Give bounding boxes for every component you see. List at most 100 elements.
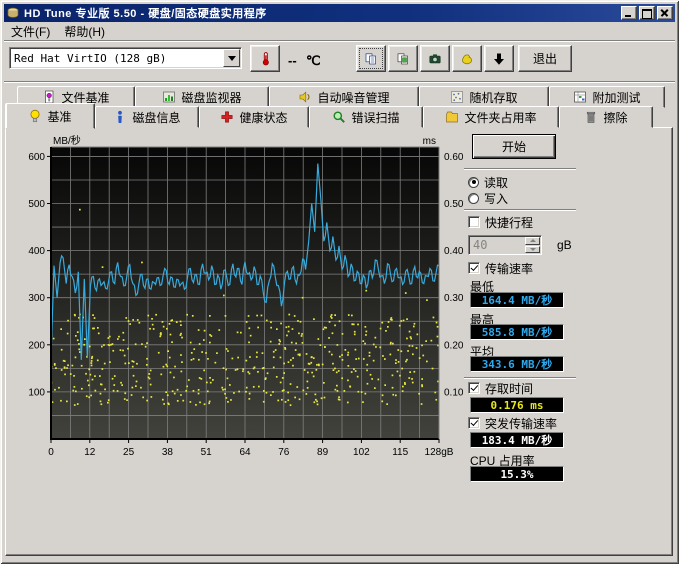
- spinner-down-button[interactable]: [525, 246, 540, 254]
- menu-bar: 文件(F) 帮助(H): [4, 23, 675, 40]
- screenshot-button[interactable]: [420, 45, 450, 72]
- benchmark-chart: 1002003004005006000.100.200.300.400.500.…: [11, 134, 463, 466]
- write-radio[interactable]: [468, 193, 479, 204]
- short-stroke-checkbox[interactable]: [468, 216, 480, 228]
- tab-label: 磁盘信息: [132, 109, 180, 126]
- extra-tests-icon: [573, 90, 587, 104]
- tab-benchmark[interactable]: 基准: [5, 103, 95, 129]
- tab-erase[interactable]: 擦除: [559, 106, 653, 128]
- tab-folder-usage[interactable]: 文件夹占用率: [423, 106, 559, 128]
- svg-text:400: 400: [28, 246, 45, 257]
- tab-label: 磁盘监视器: [181, 89, 241, 106]
- divider: [464, 168, 576, 170]
- tab-disk-monitor[interactable]: 磁盘监视器: [135, 86, 269, 108]
- spinner-buttons: [525, 237, 540, 253]
- tab-health[interactable]: 健康状态: [199, 106, 309, 128]
- svg-text:0.50: 0.50: [444, 199, 463, 210]
- copy-icon: [364, 52, 378, 66]
- short-stroke-size-spinner[interactable]: 40: [468, 235, 542, 255]
- spinner-up-button[interactable]: [525, 237, 540, 245]
- drive-select-dropdown-button[interactable]: [223, 49, 240, 67]
- avg-value-display: 343.6 MB/秒: [470, 356, 564, 372]
- tab-label: 健康状态: [239, 109, 287, 126]
- tab-label: 错误扫描: [351, 109, 399, 126]
- write-radio-row[interactable]: 写入: [468, 191, 508, 205]
- drive-select[interactable]: Red Hat VirtIO (128 gB): [9, 47, 242, 69]
- transfer-rate-label: 传输速率: [485, 260, 533, 277]
- maximize-button[interactable]: [639, 6, 655, 20]
- read-radio[interactable]: [468, 177, 479, 188]
- tab-label: 基准: [47, 108, 71, 125]
- tab-random-access[interactable]: 随机存取: [419, 86, 549, 108]
- svg-text:0.40: 0.40: [444, 246, 463, 257]
- menu-file[interactable]: 文件(F): [4, 22, 57, 41]
- title-bar: HD Tune 专业版 5.50 - 硬盘/固态硬盘实用程序: [4, 4, 675, 22]
- read-radio-label: 读取: [484, 174, 508, 191]
- menu-help[interactable]: 帮助(H): [57, 22, 112, 41]
- short-stroke-row[interactable]: 快捷行程: [468, 215, 533, 229]
- benchmark-icon: [28, 109, 42, 123]
- start-button[interactable]: 开始: [472, 134, 556, 159]
- burst-rate-label: 突发传输速率: [485, 415, 557, 432]
- tab-disk-info[interactable]: 磁盘信息: [95, 106, 199, 128]
- thermometer-icon: [258, 51, 273, 66]
- burst-rate-row[interactable]: 突发传输速率: [468, 416, 557, 430]
- divider: [464, 209, 576, 211]
- close-icon: [658, 7, 672, 19]
- chevron-down-icon: [530, 248, 536, 251]
- minimize-button[interactable]: [621, 6, 637, 20]
- transfer-rate-row[interactable]: 传输速率: [468, 261, 533, 275]
- tab-row-secondary: 文件基准磁盘监视器自动噪音管理随机存取附加测试: [17, 86, 665, 108]
- erase-icon: [584, 110, 598, 124]
- svg-text:115: 115: [392, 447, 408, 458]
- svg-text:200: 200: [28, 340, 45, 351]
- svg-text:0: 0: [48, 447, 54, 458]
- exit-button[interactable]: 退出: [518, 45, 572, 72]
- access-time-row[interactable]: 存取时间: [468, 381, 533, 395]
- save-icon: [460, 52, 474, 66]
- max-value-display: 585.8 MB/秒: [470, 324, 564, 340]
- svg-text:0.20: 0.20: [444, 340, 463, 351]
- temperature-button[interactable]: [250, 45, 280, 72]
- access-time-checkbox[interactable]: [468, 382, 480, 394]
- benchmark-controls: 开始 读取 写入 快捷行程 40 gB: [462, 134, 670, 479]
- cpu-usage-display: 15.3%: [470, 466, 564, 482]
- file-benchmark-icon: [42, 90, 56, 104]
- benchmark-page: 1002003004005006000.100.200.300.400.500.…: [5, 127, 673, 556]
- svg-text:100: 100: [28, 387, 45, 398]
- aam-icon: [298, 90, 312, 104]
- tab-aam[interactable]: 自动噪音管理: [269, 86, 419, 108]
- svg-text:600: 600: [28, 152, 45, 163]
- close-button[interactable]: [657, 6, 673, 20]
- tab-extra-tests[interactable]: 附加测试: [549, 86, 665, 108]
- svg-text:89: 89: [317, 447, 329, 458]
- svg-text:300: 300: [28, 293, 45, 304]
- toolbar: Red Hat VirtIO (128 gB) -- ℃ 退出: [4, 42, 675, 78]
- access-time-display: 0.176 ms: [470, 397, 564, 413]
- tab-error-scan[interactable]: 错误扫描: [309, 106, 423, 128]
- copy-image-button[interactable]: [388, 45, 418, 72]
- screenshot-icon: [428, 52, 442, 66]
- tab-label: 附加测试: [592, 89, 640, 106]
- svg-text:12: 12: [84, 447, 96, 458]
- random-access-icon: [450, 90, 464, 104]
- write-radio-label: 写入: [484, 190, 508, 207]
- read-radio-row[interactable]: 读取: [468, 175, 508, 189]
- maximize-icon: [640, 7, 654, 19]
- app-window: HD Tune 专业版 5.50 - 硬盘/固态硬盘实用程序 文件(F) 帮助(…: [0, 0, 679, 564]
- save-button[interactable]: [452, 45, 482, 72]
- svg-text:0.60: 0.60: [444, 152, 463, 163]
- svg-text:MB/秒: MB/秒: [53, 134, 81, 147]
- drive-select-value: Red Hat VirtIO (128 gB): [10, 52, 223, 65]
- download-button[interactable]: [484, 45, 514, 72]
- transfer-rate-checkbox[interactable]: [468, 262, 480, 274]
- tab-label: 擦除: [603, 109, 627, 126]
- burst-rate-checkbox[interactable]: [468, 417, 480, 429]
- svg-text:0.30: 0.30: [444, 293, 463, 304]
- copy-button[interactable]: [356, 45, 386, 72]
- svg-text:128gB: 128gB: [425, 447, 454, 458]
- folder-usage-icon: [445, 110, 459, 124]
- burst-rate-display: 183.4 MB/秒: [470, 432, 564, 448]
- short-stroke-unit: gB: [557, 238, 572, 252]
- divider: [4, 81, 675, 83]
